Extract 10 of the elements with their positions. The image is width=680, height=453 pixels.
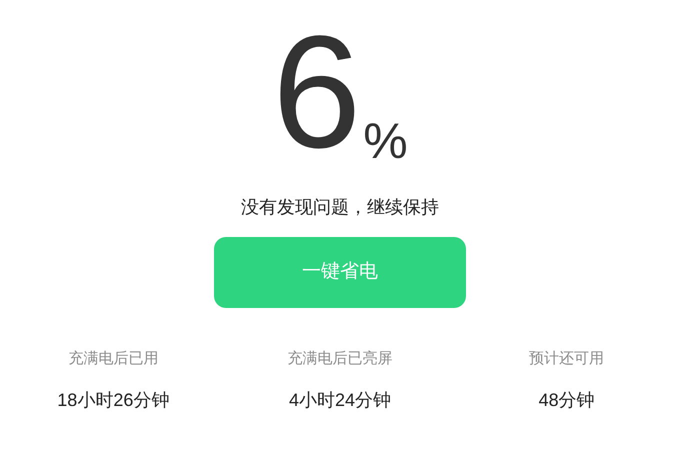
stat-value: 48分钟 xyxy=(538,388,595,412)
stat-label: 充满电后已用 xyxy=(68,349,158,369)
stat-value: 4小时24分钟 xyxy=(288,388,392,412)
battery-percentage: 6 xyxy=(272,12,358,172)
percent-sign: % xyxy=(363,116,408,166)
stat-value: 18小时26分钟 xyxy=(57,388,170,412)
stat-label: 预计还可用 xyxy=(529,349,604,369)
status-message: 没有发现问题，继续保持 xyxy=(241,196,439,219)
stat-label: 充满电后已亮屏 xyxy=(287,349,392,369)
optimize-button[interactable]: 一键省电 xyxy=(214,237,466,308)
